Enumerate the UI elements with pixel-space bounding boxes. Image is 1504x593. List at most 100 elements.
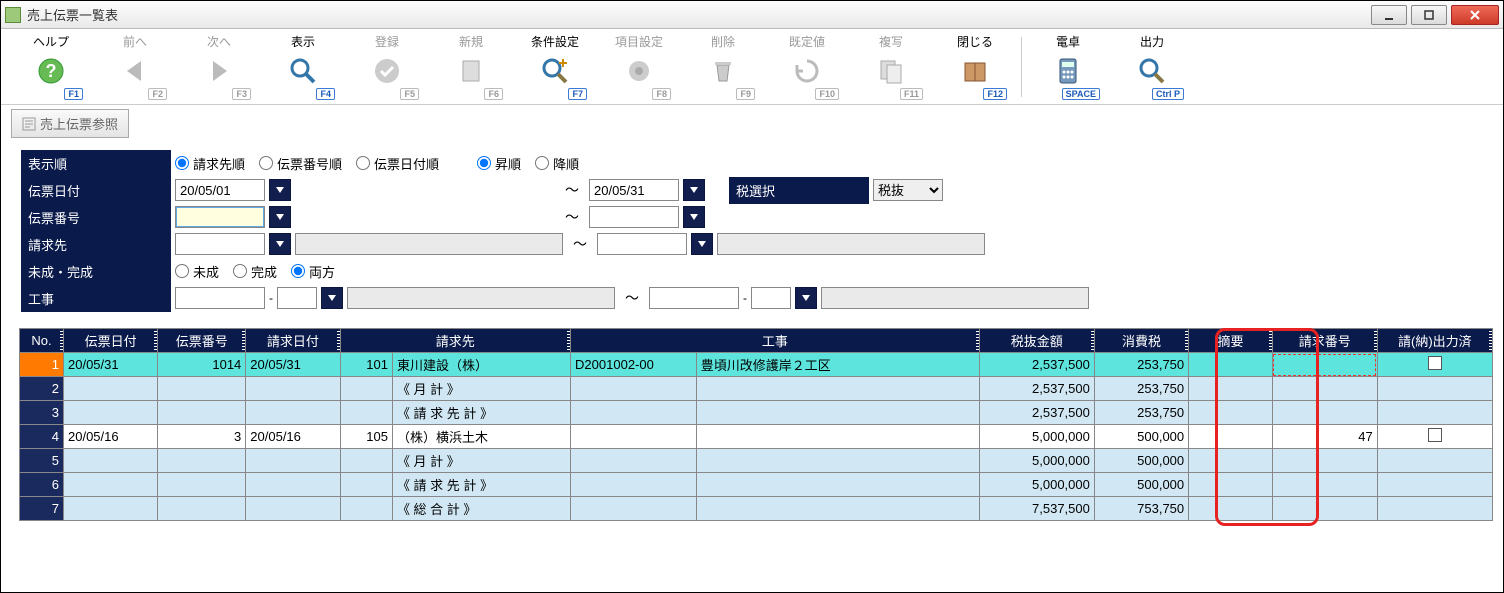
- order-radio[interactable]: [259, 156, 273, 170]
- table-row[interactable]: 5《 月 計 》5,000,000500,000: [20, 449, 1493, 473]
- cell-tax: 500,000: [1094, 425, 1188, 449]
- direction-radio[interactable]: [477, 156, 491, 170]
- direction-option[interactable]: 昇順: [477, 154, 521, 173]
- date-to-input[interactable]: [589, 179, 679, 201]
- project-to-name: [821, 287, 1089, 309]
- slipno-to-picker[interactable]: [683, 206, 705, 228]
- slipno-to-input[interactable]: [589, 206, 679, 228]
- billto-to-code[interactable]: [597, 233, 687, 255]
- slip-reference-button[interactable]: 売上伝票参照: [11, 109, 129, 138]
- printed-checkbox[interactable]: [1428, 356, 1442, 370]
- grid-header-cell[interactable]: 工事: [571, 329, 980, 353]
- order-option[interactable]: 伝票日付順: [356, 154, 439, 173]
- cell-printed: [1377, 449, 1492, 473]
- cell-date: [64, 449, 158, 473]
- table-row[interactable]: 420/05/16320/05/16105（株）横浜土木5,000,000500…: [20, 425, 1493, 449]
- toolbar: ヘルプ?F1前へF2次へF3表示F4登録F5新規F6条件設定F7項目設定F8削除…: [1, 29, 1503, 105]
- cell-summary: [1189, 497, 1273, 521]
- cell-project: [696, 425, 979, 449]
- row-number: 3: [20, 401, 64, 425]
- grid-header-cell[interactable]: 消費税: [1094, 329, 1188, 353]
- table-row[interactable]: 7《 総 合 計 》7,537,500753,750: [20, 497, 1493, 521]
- svg-text:?: ?: [46, 61, 57, 81]
- maximize-button[interactable]: [1411, 5, 1447, 25]
- project-to-code[interactable]: [649, 287, 739, 309]
- grid-header-cell[interactable]: 伝票番号: [158, 329, 246, 353]
- project-to-sub[interactable]: [751, 287, 791, 309]
- toolbar-print[interactable]: 出力Ctrl P: [1110, 31, 1194, 103]
- slipno-from-input[interactable]: [175, 206, 265, 228]
- billto-from-name: [295, 233, 563, 255]
- tax-select[interactable]: 税抜: [873, 179, 943, 201]
- data-grid[interactable]: No.伝票日付伝票番号請求日付請求先工事税抜金額消費税摘要請求番号請(納)出力済…: [19, 328, 1493, 521]
- close-window-button[interactable]: [1451, 5, 1499, 25]
- toolbar-key: Ctrl P: [1152, 88, 1184, 100]
- billto-from-picker[interactable]: [269, 233, 291, 255]
- cell-slipno: 1014: [158, 353, 246, 377]
- project-to-picker[interactable]: [795, 287, 817, 309]
- billto-to-picker[interactable]: [691, 233, 713, 255]
- toolbar-close[interactable]: 閉じるF12: [933, 31, 1017, 103]
- slipno-from-picker[interactable]: [269, 206, 291, 228]
- grid-header-cell[interactable]: 請求番号: [1272, 329, 1377, 353]
- grid-header-cell[interactable]: 摘要: [1189, 329, 1273, 353]
- cell-amount: 2,537,500: [979, 377, 1094, 401]
- cell-billcode: [340, 449, 392, 473]
- toolbar-key: F6: [484, 88, 503, 100]
- cell-billcode: 105: [340, 425, 392, 449]
- status-option[interactable]: 両方: [291, 262, 335, 281]
- toolbar-label: 前へ: [93, 33, 177, 50]
- order-radio[interactable]: [356, 156, 370, 170]
- grid-header-cell[interactable]: 請求日付: [246, 329, 340, 353]
- cell-amount: 2,537,500: [979, 401, 1094, 425]
- date-from-picker[interactable]: [269, 179, 291, 201]
- status-option[interactable]: 未成: [175, 262, 219, 281]
- app-icon: [5, 7, 21, 23]
- cell-billto: 《 総 合 計 》: [392, 497, 570, 521]
- status-radio[interactable]: [291, 264, 305, 278]
- grid-header-cell[interactable]: 請求先: [340, 329, 570, 353]
- status-radio[interactable]: [175, 264, 189, 278]
- cell-billno: [1272, 497, 1377, 521]
- toolbar-trash: 削除F9: [681, 31, 765, 103]
- grid-header-cell[interactable]: 伝票日付: [64, 329, 158, 353]
- grid-header-cell[interactable]: 税抜金額: [979, 329, 1094, 353]
- table-row[interactable]: 120/05/31101420/05/31101東川建設（株）D2001002-…: [20, 353, 1493, 377]
- grid-header-cell[interactable]: 請(納)出力済: [1377, 329, 1492, 353]
- cell-billdate: 20/05/31: [246, 353, 340, 377]
- slip-reference-label: 売上伝票参照: [40, 114, 118, 133]
- toolbar-label: 条件設定: [513, 33, 597, 50]
- table-row[interactable]: 2《 月 計 》2,537,500253,750: [20, 377, 1493, 401]
- toolbar-help[interactable]: ヘルプ?F1: [9, 31, 93, 103]
- date-to-picker[interactable]: [683, 179, 705, 201]
- cell-billno: [1272, 449, 1377, 473]
- toolbar-search[interactable]: 表示F4: [261, 31, 345, 103]
- cell-billdate: [246, 449, 340, 473]
- minimize-button[interactable]: [1371, 5, 1407, 25]
- direction-option[interactable]: 降順: [535, 154, 579, 173]
- status-option[interactable]: 完成: [233, 262, 277, 281]
- toolbar-calc[interactable]: 電卓SPACE: [1026, 31, 1110, 103]
- project-from-sub[interactable]: [277, 287, 317, 309]
- order-option[interactable]: 請求先順: [175, 154, 245, 173]
- order-radio[interactable]: [175, 156, 189, 170]
- table-row[interactable]: 6《 請 求 先 計 》5,000,000500,000: [20, 473, 1493, 497]
- status-radio[interactable]: [233, 264, 247, 278]
- cell-printed: [1377, 473, 1492, 497]
- date-from-input[interactable]: [175, 179, 265, 201]
- cell-slipno: [158, 497, 246, 521]
- cell-billto: （株）横浜土木: [392, 425, 570, 449]
- project-from-code[interactable]: [175, 287, 265, 309]
- toolbar-cond[interactable]: 条件設定F7: [513, 31, 597, 103]
- cell-billto: 東川建設（株）: [392, 353, 570, 377]
- printed-checkbox[interactable]: [1428, 428, 1442, 442]
- cell-project-code: [571, 377, 697, 401]
- toolbar-key: F12: [983, 88, 1007, 100]
- toolbar-label: 電卓: [1026, 33, 1110, 50]
- direction-radio[interactable]: [535, 156, 549, 170]
- table-row[interactable]: 3《 請 求 先 計 》2,537,500253,750: [20, 401, 1493, 425]
- billto-from-code[interactable]: [175, 233, 265, 255]
- project-from-picker[interactable]: [321, 287, 343, 309]
- grid-header-cell[interactable]: No.: [20, 329, 64, 353]
- order-option[interactable]: 伝票番号順: [259, 154, 342, 173]
